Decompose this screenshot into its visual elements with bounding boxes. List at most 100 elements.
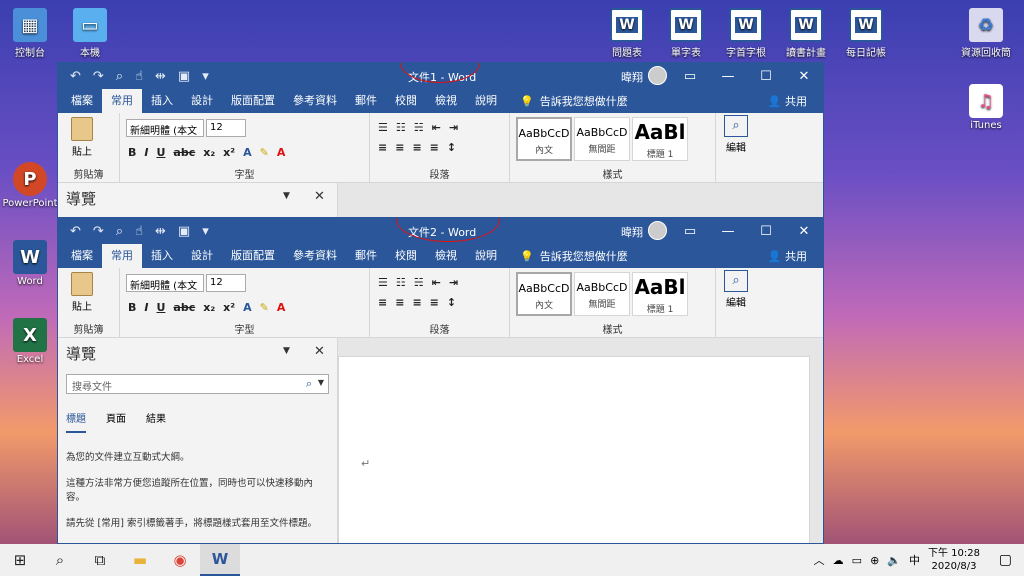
highlight-icon[interactable]: ✎: [260, 146, 269, 159]
search-icon[interactable]: ⌕: [306, 377, 312, 391]
font-color-icon[interactable]: A: [277, 301, 286, 314]
ribbon-display-icon[interactable]: ▭: [671, 63, 709, 89]
user-name[interactable]: 暐翔: [621, 69, 643, 85]
font-color-icon[interactable]: A: [277, 146, 286, 159]
tab-home[interactable]: 常用: [102, 89, 142, 113]
numbering-icon[interactable]: ☷: [396, 121, 406, 134]
underline-icon[interactable]: U: [156, 146, 165, 159]
multilevel-list-icon[interactable]: ☵: [414, 121, 424, 134]
save-icon[interactable]: ▣: [178, 69, 190, 84]
tab-review[interactable]: 校閱: [386, 244, 426, 268]
bold-icon[interactable]: B: [128, 301, 136, 314]
share-button[interactable]: 👤 共用: [768, 248, 807, 264]
superscript-icon[interactable]: x²: [223, 146, 235, 159]
style-heading-1[interactable]: AaBl 標題 1: [632, 272, 688, 316]
minimize-icon[interactable]: —: [709, 63, 747, 89]
tab-review[interactable]: 校閱: [386, 89, 426, 113]
nav-tab-headings[interactable]: 標題: [66, 410, 86, 433]
bullets-icon[interactable]: ☰: [378, 121, 388, 134]
customize-qat-icon[interactable]: ▾: [202, 69, 209, 84]
chevron-up-icon[interactable]: ︿: [814, 552, 825, 568]
desktop-icon-excel[interactable]: X Excel: [0, 318, 60, 365]
nav-options-icon[interactable]: ▼: [283, 191, 290, 201]
bold-icon[interactable]: B: [128, 146, 136, 159]
ribbon-display-icon[interactable]: ▭: [671, 218, 709, 244]
customize-qat-icon[interactable]: ▾: [202, 224, 209, 239]
word-window-2[interactable]: ↶ ↷ ⌕ ☝ ⇹ ▣ ▾ 文件2 - Word 暐翔 ▭ — ☐ ✕ 檔案 常…: [57, 217, 824, 544]
tab-insert[interactable]: 插入: [142, 89, 182, 113]
word-window-1[interactable]: ↶ ↷ ⌕ ☝ ⇹ ▣ ▾ 文件1 - Word 暐翔 ▭ — ☐ ✕ 檔案 常…: [57, 62, 824, 218]
style-normal[interactable]: AaBbCcD 內文: [516, 117, 572, 161]
font-size-box[interactable]: 12: [206, 119, 246, 137]
file-explorer-icon[interactable]: ▬: [120, 544, 160, 576]
chrome-icon[interactable]: ◉: [160, 544, 200, 576]
search-icon[interactable]: ⌕: [116, 69, 123, 84]
tab-home[interactable]: 常用: [102, 244, 142, 268]
editing-button[interactable]: ⌕ 編輯: [724, 115, 748, 154]
justify-icon[interactable]: ≡: [430, 296, 439, 309]
close-icon[interactable]: ✕: [785, 63, 823, 89]
align-center-icon[interactable]: ≡: [395, 296, 404, 309]
paste-button[interactable]: 貼上: [68, 272, 96, 313]
tab-view[interactable]: 檢視: [426, 244, 466, 268]
font-size-box[interactable]: 12: [206, 274, 246, 292]
tab-references[interactable]: 參考資料: [284, 89, 346, 113]
tab-insert[interactable]: 插入: [142, 244, 182, 268]
align-left-icon[interactable]: ≡: [378, 296, 387, 309]
desktop-icon-doc-1[interactable]: W 問題表: [597, 8, 657, 59]
desktop-icon-powerpoint[interactable]: P PowerPoint: [0, 162, 60, 209]
tab-help[interactable]: 說明: [466, 244, 506, 268]
desktop-icon-doc-5[interactable]: W 每日記帳: [836, 8, 896, 59]
close-icon[interactable]: ✕: [785, 218, 823, 244]
tab-mailings[interactable]: 郵件: [346, 89, 386, 113]
numbering-icon[interactable]: ☷: [396, 276, 406, 289]
touch-mode-icon[interactable]: ☝: [135, 224, 143, 239]
nav-tab-pages[interactable]: 頁面: [106, 410, 126, 433]
font-name-box[interactable]: 新細明體 (本文: [126, 119, 204, 137]
tab-references[interactable]: 參考資料: [284, 244, 346, 268]
desktop-icon-doc-3[interactable]: W 字首字根: [716, 8, 776, 59]
maximize-icon[interactable]: ☐: [747, 63, 785, 89]
search-icon[interactable]: ⌕: [116, 224, 123, 239]
nav-options-icon[interactable]: ▼: [283, 346, 290, 356]
tab-help[interactable]: 說明: [466, 89, 506, 113]
notification-icon[interactable]: ▢: [999, 552, 1012, 568]
onedrive-icon[interactable]: ☁: [833, 554, 844, 567]
desktop-icon-doc-4[interactable]: W 讀書計畫: [776, 8, 836, 59]
ime-indicator[interactable]: 中: [909, 552, 920, 568]
text-effects-icon[interactable]: A: [243, 146, 252, 159]
justify-icon[interactable]: ≡: [430, 141, 439, 154]
share-button[interactable]: 👤 共用: [768, 93, 807, 109]
avatar[interactable]: [648, 66, 667, 85]
word-taskbar-icon[interactable]: W: [200, 544, 240, 576]
desktop-icon-recycle-bin[interactable]: ♻ 資源回收筒: [956, 8, 1016, 59]
nav-tab-results[interactable]: 結果: [146, 410, 166, 433]
align-right-icon[interactable]: ≡: [412, 141, 421, 154]
maximize-icon[interactable]: ☐: [747, 218, 785, 244]
strikethrough-icon[interactable]: abc: [173, 301, 195, 314]
redo-icon[interactable]: ↷: [93, 69, 104, 84]
strikethrough-icon[interactable]: abc: [173, 146, 195, 159]
tab-layout[interactable]: 版面配置: [222, 244, 284, 268]
volume-icon[interactable]: 🔈: [887, 554, 901, 567]
line-spacing-icon[interactable]: ↕: [447, 141, 456, 154]
paste-button[interactable]: 貼上: [68, 117, 96, 158]
task-view-icon[interactable]: ⧉: [80, 544, 120, 576]
clock[interactable]: 下午 10:28 2020/8/3: [928, 547, 980, 573]
line-spacing-icon[interactable]: ↕: [447, 296, 456, 309]
tab-file[interactable]: 檔案: [62, 89, 102, 113]
save-icon[interactable]: ▣: [178, 224, 190, 239]
avatar[interactable]: [648, 221, 667, 240]
minimize-icon[interactable]: —: [709, 218, 747, 244]
battery-icon[interactable]: ▭: [852, 554, 862, 567]
highlight-icon[interactable]: ✎: [260, 301, 269, 314]
tab-view[interactable]: 檢視: [426, 89, 466, 113]
close-icon[interactable]: ✕: [314, 344, 325, 359]
align-left-icon[interactable]: ≡: [378, 141, 387, 154]
subscript-icon[interactable]: x₂: [203, 146, 215, 159]
tab-mailings[interactable]: 郵件: [346, 244, 386, 268]
user-name[interactable]: 暐翔: [621, 224, 643, 240]
chevron-down-icon[interactable]: ▼: [318, 378, 324, 387]
increase-indent-icon[interactable]: ⇥: [449, 276, 458, 289]
undo-icon[interactable]: ↶: [70, 224, 81, 239]
